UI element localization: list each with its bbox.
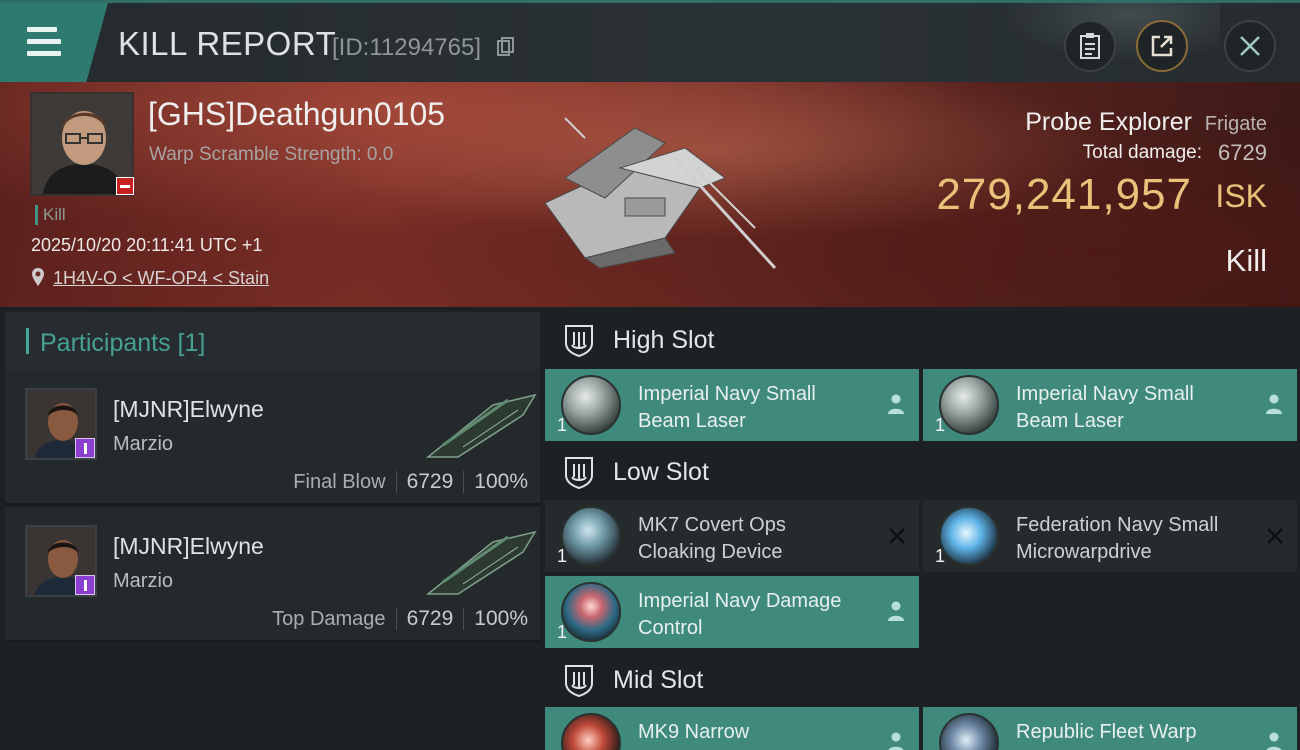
participant-name[interactable]: [MJNR]Elwyne xyxy=(113,533,264,560)
participant-ship: Marzio xyxy=(113,570,174,592)
copy-icon[interactable] xyxy=(497,37,515,57)
victim-name[interactable]: [GHS]Deathgun0105 xyxy=(148,96,445,133)
stat-damage: 6729 xyxy=(406,470,454,493)
module-card[interactable]: 1 MK9 Narrow xyxy=(545,707,919,750)
module-card[interactable]: 1 MK7 Covert Ops Cloaking Device xyxy=(545,500,919,572)
x-icon xyxy=(1267,528,1283,544)
mid-slot-header: Mid Slot xyxy=(541,649,1300,709)
slot-title: Mid Slot xyxy=(613,666,704,694)
x-icon xyxy=(889,528,905,544)
close-button[interactable] xyxy=(1224,20,1276,72)
kill-datetime: 2025/10/20 20:11:41 UTC +1 xyxy=(31,235,263,255)
isk-value: 279,241,957 xyxy=(936,170,1192,219)
participant-row[interactable]: [MJNR]Elwyne Marzio Top Damage 6729 100% xyxy=(5,507,540,642)
victim-ship-name[interactable]: Probe Explorer xyxy=(1025,108,1192,137)
close-icon xyxy=(1240,36,1260,56)
menu-button[interactable] xyxy=(0,3,108,82)
participant-row[interactable]: [MJNR]Elwyne Marzio Final Blow 6729 100% xyxy=(5,370,540,505)
corp-badge xyxy=(75,438,95,458)
location-link[interactable]: 1H4V-O < WF-OP4 < Stain xyxy=(53,268,269,289)
high-slot-header: High Slot xyxy=(541,309,1300,369)
module-quantity: 1 xyxy=(935,415,946,435)
clipboard-button[interactable] xyxy=(1064,20,1116,72)
beam-laser-icon xyxy=(939,375,999,435)
victim-ship-image xyxy=(544,117,777,270)
module-quantity: 1 xyxy=(557,622,568,642)
damage-control-icon xyxy=(561,582,621,642)
module-name: Federation Navy Small Microwarpdrive xyxy=(1016,514,1219,563)
module-card[interactable]: 1 Imperial Navy Small Beam Laser xyxy=(545,369,919,441)
participants-title: Participants [1] xyxy=(40,329,206,357)
report-id: [ID:11294765] xyxy=(332,34,482,61)
person-icon xyxy=(1266,732,1282,750)
shield-icon xyxy=(565,665,593,697)
scrambler-icon xyxy=(561,713,621,750)
module-name: MK7 Covert Ops Cloaking Device xyxy=(638,514,786,563)
person-icon xyxy=(888,732,904,750)
map-pin-icon xyxy=(32,268,44,286)
module-name: Imperial Navy Small Beam Laser xyxy=(1016,383,1194,432)
slot-title: High Slot xyxy=(613,326,715,354)
module-quantity: 1 xyxy=(557,415,568,435)
hostile-badge xyxy=(116,177,134,195)
module-name: MK9 Narrow xyxy=(638,721,750,743)
fitting-panel: High Slot 1 Imperial Navy Small Beam Las… xyxy=(541,307,1300,750)
slot-title: Low Slot xyxy=(613,458,709,486)
module-quantity: 1 xyxy=(557,546,568,566)
module-name: Republic Fleet Warp xyxy=(1016,721,1197,743)
warp-scramble-strength: Warp Scramble Strength: 0.0 xyxy=(149,144,394,165)
stat-label: Top Damage xyxy=(272,608,386,630)
module-card[interactable]: 1 Republic Fleet Warp xyxy=(923,707,1297,750)
beam-laser-icon xyxy=(561,375,621,435)
share-icon xyxy=(1151,35,1173,57)
total-damage-label: Total damage: xyxy=(1082,142,1202,163)
person-icon xyxy=(888,394,904,414)
microwarpdrive-icon xyxy=(939,506,999,566)
participants-header[interactable]: Participants [1] xyxy=(5,312,540,370)
participant-ship-image xyxy=(425,393,537,458)
clipboard-icon xyxy=(1080,33,1100,59)
shield-icon xyxy=(565,325,593,357)
person-icon xyxy=(1266,394,1282,414)
participant-ship-image xyxy=(425,530,537,595)
stat-percent: 100% xyxy=(474,607,528,630)
victim-ship-class: Frigate xyxy=(1204,113,1267,135)
stat-label: Final Blow xyxy=(293,471,386,493)
kill-tag: Kill xyxy=(35,205,66,225)
top-bar: KILL REPORT [ID:11294765] xyxy=(0,0,1300,82)
module-card[interactable]: 1 Imperial Navy Damage Control xyxy=(545,576,919,648)
isk-unit: ISK xyxy=(1215,178,1267,214)
stat-percent: 100% xyxy=(474,470,528,493)
menu-icon xyxy=(27,27,61,63)
share-button[interactable] xyxy=(1136,20,1188,72)
participant-stats: Final Blow 6729 100% xyxy=(293,470,528,494)
module-card[interactable]: 1 Federation Navy Small Microwarpdrive xyxy=(923,500,1297,572)
corp-badge xyxy=(75,575,95,595)
total-damage-value: 6729 xyxy=(1218,140,1267,165)
participants-panel: Participants [1] [MJNR]Elwyne Marzio Fin… xyxy=(0,307,540,750)
cloaking-device-icon xyxy=(561,506,621,566)
module-name: Imperial Navy Damage Control xyxy=(638,590,842,639)
result-label: Kill xyxy=(1225,243,1267,278)
warp-disruptor-icon xyxy=(939,713,999,750)
module-name: Imperial Navy Small Beam Laser xyxy=(638,383,816,432)
participant-name[interactable]: [MJNR]Elwyne xyxy=(113,396,264,423)
shield-icon xyxy=(565,457,593,489)
module-quantity: 1 xyxy=(935,546,946,566)
participant-ship: Marzio xyxy=(113,433,174,455)
stat-damage: 6729 xyxy=(406,607,454,630)
module-card[interactable]: 1 Imperial Navy Small Beam Laser xyxy=(923,369,1297,441)
person-icon xyxy=(888,601,904,621)
page-title: KILL REPORT xyxy=(118,25,337,62)
header-accent xyxy=(26,328,29,354)
low-slot-header: Low Slot xyxy=(541,441,1300,501)
participant-stats: Top Damage 6729 100% xyxy=(272,607,528,631)
